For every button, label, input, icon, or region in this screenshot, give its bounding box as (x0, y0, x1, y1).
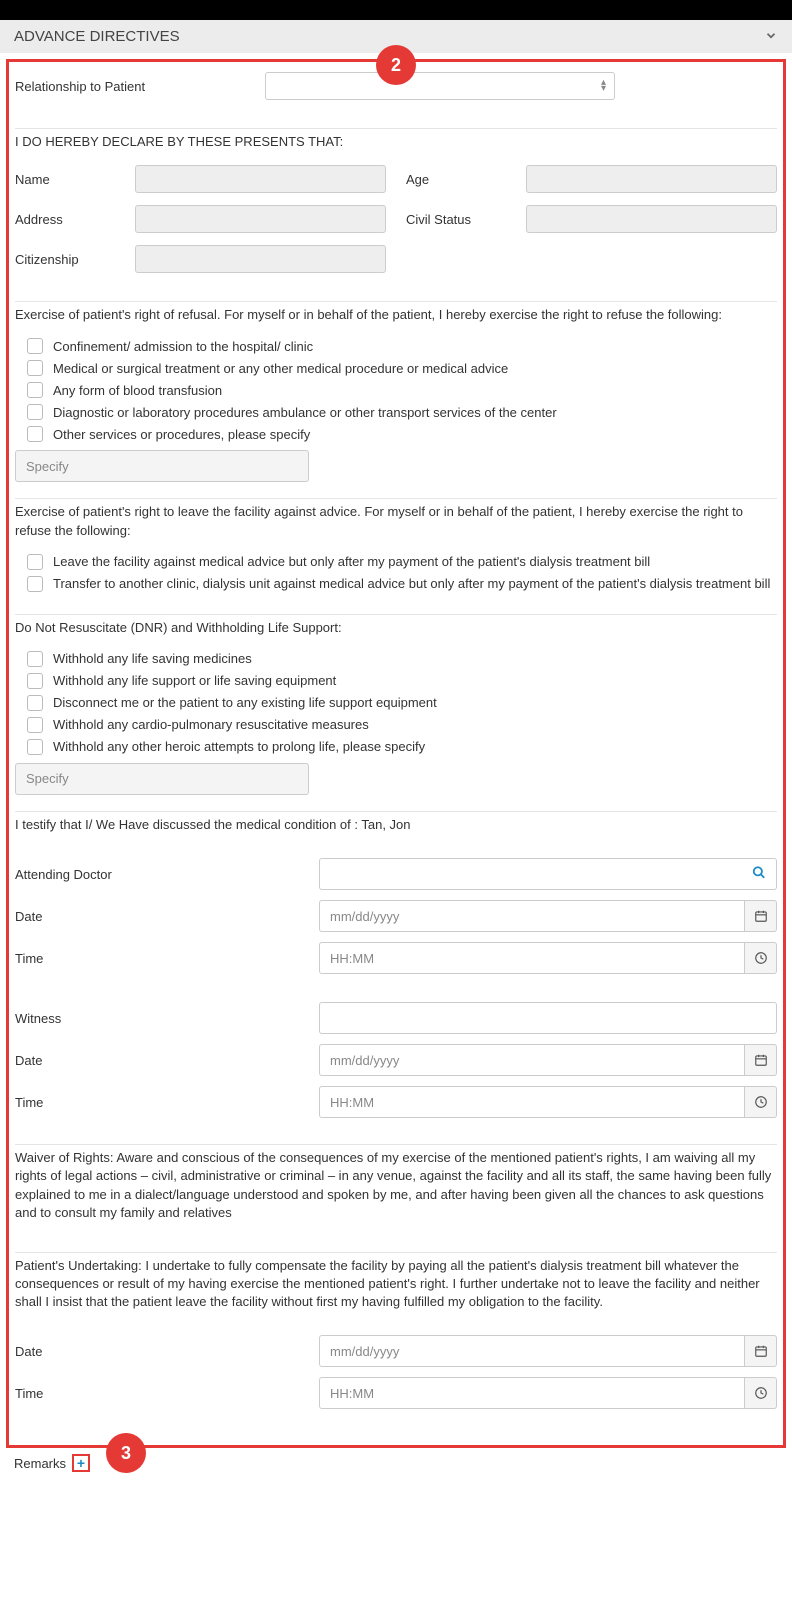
sig1-time-label: Time (15, 951, 319, 966)
leave-lbl-0: Leave the facility against medical advic… (53, 554, 650, 569)
dnr-chk-3[interactable] (27, 717, 43, 733)
attending-doctor-input[interactable] (319, 858, 777, 890)
age-input[interactable] (526, 165, 777, 193)
refusal-intro: Exercise of patient's right of refusal. … (15, 306, 777, 324)
dnr-lbl-4: Withhold any other heroic attempts to pr… (53, 739, 425, 754)
dnr-intro: Do Not Resuscitate (DNR) and Withholding… (15, 619, 777, 637)
sig3-date-input[interactable]: mm/dd/yyyy (319, 1335, 745, 1367)
refusal-chk-1[interactable] (27, 360, 43, 376)
panel-title: ADVANCE DIRECTIVES (14, 28, 180, 45)
sig3-time-input[interactable]: HH:MM (319, 1377, 745, 1409)
witness-input[interactable] (319, 1002, 777, 1034)
leave-intro: Exercise of patient's right to leave the… (15, 503, 777, 539)
dnr-lbl-0: Withhold any life saving medicines (53, 651, 252, 666)
remarks-label: Remarks (14, 1456, 66, 1471)
dnr-chk-1[interactable] (27, 673, 43, 689)
dnr-lbl-1: Withhold any life support or life saving… (53, 673, 336, 688)
citizenship-label: Citizenship (15, 252, 125, 267)
dnr-chk-0[interactable] (27, 651, 43, 667)
dnr-lbl-3: Withhold any cardio-pulmonary resuscitat… (53, 717, 369, 732)
civil-status-label: Civil Status (406, 212, 516, 227)
refusal-chk-3[interactable] (27, 404, 43, 420)
address-label: Address (15, 212, 125, 227)
calendar-icon[interactable] (745, 1044, 777, 1076)
select-arrows-icon: ▴▾ (601, 80, 606, 92)
sig1-date-label: Date (15, 909, 319, 924)
refusal-lbl-4: Other services or procedures, please spe… (53, 427, 310, 442)
declaration-intro: I DO HEREBY DECLARE BY THESE PRESENTS TH… (15, 133, 777, 151)
plus-icon: + (77, 1455, 85, 1471)
name-input[interactable] (135, 165, 386, 193)
sig1-time-input[interactable]: HH:MM (319, 942, 745, 974)
refusal-chk-2[interactable] (27, 382, 43, 398)
relationship-label: Relationship to Patient (15, 79, 255, 94)
leave-chk-0[interactable] (27, 554, 43, 570)
refusal-chk-0[interactable] (27, 338, 43, 354)
attending-doctor-label: Attending Doctor (15, 867, 319, 882)
refusal-lbl-1: Medical or surgical treatment or any oth… (53, 361, 508, 376)
sig3-time-label: Time (15, 1386, 319, 1401)
leave-chk-1[interactable] (27, 576, 43, 592)
refusal-lbl-0: Confinement/ admission to the hospital/ … (53, 339, 313, 354)
top-bar (0, 0, 792, 20)
witness-label: Witness (15, 1011, 319, 1026)
relationship-select[interactable]: ▴▾ (265, 72, 615, 100)
dnr-lbl-2: Disconnect me or the patient to any exis… (53, 695, 437, 710)
sig2-date-input[interactable]: mm/dd/yyyy (319, 1044, 745, 1076)
dnr-specify-input[interactable]: Specify (15, 763, 309, 795)
clock-icon[interactable] (745, 1377, 777, 1409)
callout-badge-2: 2 (376, 45, 416, 85)
address-input[interactable] (135, 205, 386, 233)
sig3-date-label: Date (15, 1344, 319, 1359)
calendar-icon[interactable] (745, 900, 777, 932)
undertaking-text: Patient's Undertaking: I undertake to fu… (15, 1257, 777, 1312)
refusal-lbl-3: Diagnostic or laboratory procedures ambu… (53, 405, 557, 420)
refusal-lbl-2: Any form of blood transfusion (53, 383, 222, 398)
leave-lbl-1: Transfer to another clinic, dialysis uni… (53, 576, 770, 591)
sig1-date-input[interactable]: mm/dd/yyyy (319, 900, 745, 932)
chevron-down-icon[interactable] (764, 28, 778, 45)
sig2-time-input[interactable]: HH:MM (319, 1086, 745, 1118)
refusal-specify-input[interactable]: Specify (15, 450, 309, 482)
name-label: Name (15, 172, 125, 187)
calendar-icon[interactable] (745, 1335, 777, 1367)
clock-icon[interactable] (745, 1086, 777, 1118)
civil-status-input[interactable] (526, 205, 777, 233)
clock-icon[interactable] (745, 942, 777, 974)
refusal-chk-4[interactable] (27, 426, 43, 442)
age-label: Age (406, 172, 516, 187)
add-remark-button[interactable]: + (72, 1454, 90, 1472)
testify-text: I testify that I/ We Have discussed the … (15, 816, 777, 834)
dnr-chk-2[interactable] (27, 695, 43, 711)
waiver-text: Waiver of Rights: Aware and conscious of… (15, 1149, 777, 1222)
sig2-date-label: Date (15, 1053, 319, 1068)
search-icon[interactable] (752, 866, 766, 883)
sig2-time-label: Time (15, 1095, 319, 1110)
citizenship-input[interactable] (135, 245, 386, 273)
main-content-box: Relationship to Patient ▴▾ I DO HEREBY D… (6, 59, 786, 1448)
callout-badge-3: 3 (106, 1433, 146, 1473)
dnr-chk-4[interactable] (27, 739, 43, 755)
